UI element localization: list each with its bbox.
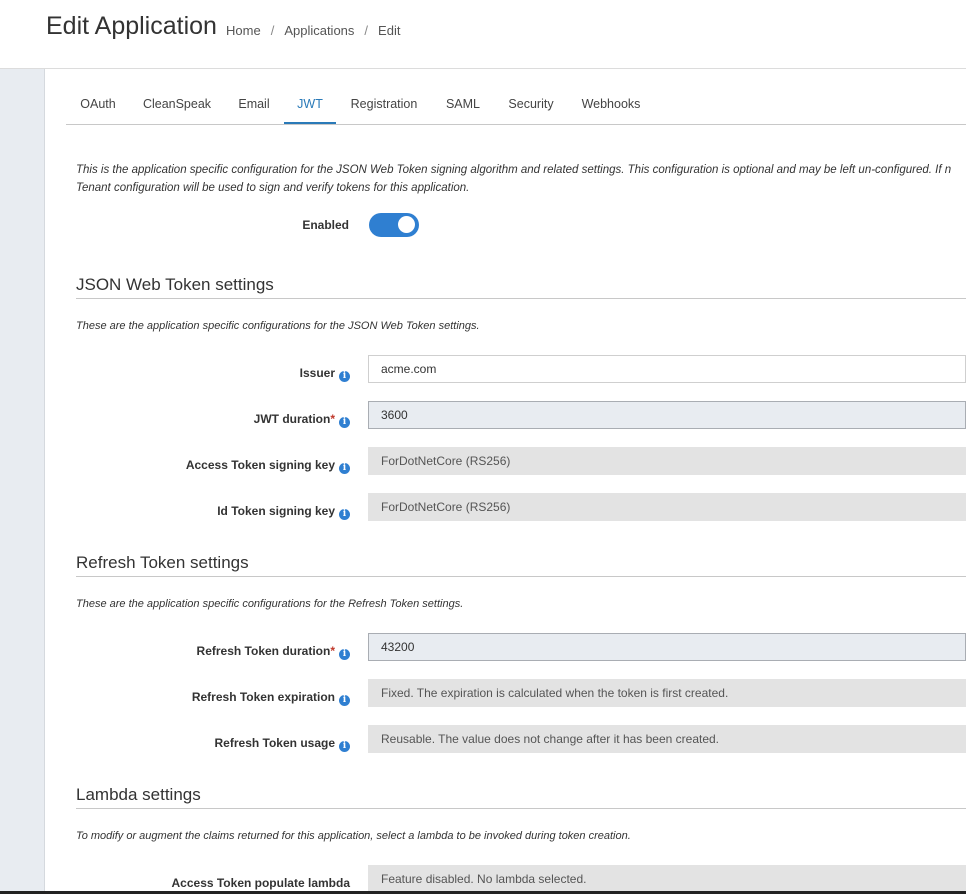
refresh-expiration-label: Refresh Token expiration i xyxy=(105,690,350,706)
issuer-label-text: Issuer xyxy=(299,366,335,380)
required-marker: * xyxy=(330,644,335,658)
breadcrumb-home[interactable]: Home xyxy=(226,23,261,38)
tab-registration[interactable]: Registration xyxy=(342,87,426,123)
access-token-key-label-text: Access Token signing key xyxy=(185,458,335,472)
tab-cleanspeak[interactable]: CleanSpeak xyxy=(134,87,220,123)
breadcrumb-edit: Edit xyxy=(378,23,401,38)
breadcrumb-applications[interactable]: Applications xyxy=(284,23,354,38)
id-token-key-label-text: Id Token signing key xyxy=(217,504,335,518)
tab-security[interactable]: Security xyxy=(499,87,563,123)
jwt-duration-label: JWT duration* i xyxy=(105,412,350,428)
refresh-usage-select[interactable]: Reusable. The value does not change afte… xyxy=(368,725,966,753)
lambda-settings-description: To modify or augment the claims returned… xyxy=(76,830,631,842)
refresh-expiration-label-text: Refresh Token expiration xyxy=(191,690,335,704)
id-token-key-select[interactable]: ForDotNetCore (RS256) xyxy=(368,493,966,521)
tab-saml[interactable]: SAML xyxy=(438,87,488,123)
jwt-settings-description: These are the application specific confi… xyxy=(76,320,480,332)
refresh-settings-title: Refresh Token settings xyxy=(76,553,249,572)
intro-line-2: Tenant configuration will be used to sig… xyxy=(76,182,470,194)
access-token-key-select[interactable]: ForDotNetCore (RS256) xyxy=(368,447,966,475)
page-header: Edit Application Home / Applications / Edit xyxy=(0,0,966,69)
lambda-settings-title: Lambda settings xyxy=(76,785,201,804)
section-divider xyxy=(76,576,966,577)
refresh-usage-label: Refresh Token usage i xyxy=(105,736,350,752)
info-icon[interactable]: i xyxy=(339,463,350,474)
breadcrumb-separator: / xyxy=(270,23,275,38)
jwt-intro-text: This is the application specific configu… xyxy=(76,161,966,197)
section-divider xyxy=(76,808,966,809)
refresh-duration-input[interactable] xyxy=(368,633,966,661)
tab-webhooks[interactable]: Webhooks xyxy=(574,87,648,123)
toggle-knob xyxy=(398,216,415,233)
info-icon[interactable]: i xyxy=(339,741,350,752)
breadcrumb: Home / Applications / Edit xyxy=(226,23,400,38)
info-icon[interactable]: i xyxy=(339,371,350,382)
access-lambda-label: Access Token populate lambda xyxy=(171,876,351,890)
issuer-label: Issuer i xyxy=(105,366,350,382)
id-token-key-label: Id Token signing key i xyxy=(105,504,350,520)
refresh-settings-description: These are the application specific confi… xyxy=(76,598,464,610)
left-sidebar xyxy=(0,69,45,894)
refresh-duration-label: Refresh Token duration* i xyxy=(105,644,350,660)
info-icon[interactable]: i xyxy=(339,649,350,660)
access-token-key-label: Access Token signing key i xyxy=(105,458,350,474)
info-icon[interactable]: i xyxy=(339,695,350,706)
info-icon[interactable]: i xyxy=(339,417,350,428)
refresh-usage-label-text: Refresh Token usage xyxy=(214,736,335,750)
access-lambda-select[interactable]: Feature disabled. No lambda selected. xyxy=(368,865,966,893)
issuer-input[interactable] xyxy=(368,355,966,383)
tab-email[interactable]: Email xyxy=(226,87,282,123)
jwt-duration-label-text: JWT duration xyxy=(253,412,331,426)
section-divider xyxy=(76,298,966,299)
tab-jwt[interactable]: JWT xyxy=(284,87,336,124)
refresh-duration-label-text: Refresh Token duration xyxy=(196,644,331,658)
tab-oauth[interactable]: OAuth xyxy=(66,87,130,123)
info-icon[interactable]: i xyxy=(339,509,350,520)
refresh-expiration-select[interactable]: Fixed. The expiration is calculated when… xyxy=(368,679,966,707)
page-title: Edit Application xyxy=(46,12,217,40)
jwt-duration-input[interactable] xyxy=(368,401,966,429)
required-marker: * xyxy=(330,412,335,426)
main-content: OAuth CleanSpeak Email JWT Registration … xyxy=(45,69,966,894)
enabled-toggle[interactable] xyxy=(369,213,419,237)
enabled-label: Enabled xyxy=(302,218,349,232)
intro-line-1: This is the application specific configu… xyxy=(76,164,952,176)
tab-bar: OAuth CleanSpeak Email JWT Registration … xyxy=(66,87,966,125)
breadcrumb-separator: / xyxy=(364,23,369,38)
jwt-settings-title: JSON Web Token settings xyxy=(76,275,274,294)
